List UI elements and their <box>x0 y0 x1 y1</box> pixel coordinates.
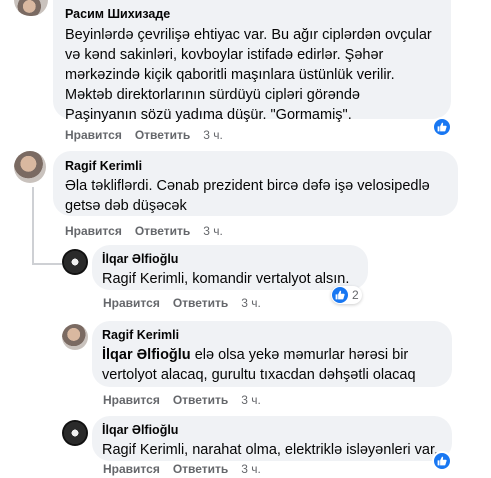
comment-text-line: Beyinlərdə çevrilişə ehtiyac var. Bu ağı… <box>65 27 432 43</box>
comment-actions: Нравится Ответить 3 ч. <box>103 393 274 407</box>
comment-actions: Нравится Ответить 3 ч. <box>65 128 236 142</box>
like-button[interactable]: Нравится <box>103 393 160 407</box>
comment-actions: Нравится Ответить 3 ч. <box>103 462 274 476</box>
comment-author[interactable]: Расим Шихизаде <box>65 6 439 22</box>
like-button[interactable]: Нравится <box>103 296 160 310</box>
thread-line <box>32 263 62 265</box>
timestamp[interactable]: 3 ч. <box>241 462 261 476</box>
comment-text-line: Paşinyanın sözü yadıma düşür. "Gormamiş"… <box>65 107 352 123</box>
mention-link[interactable]: İlqar Əlfioğlu <box>102 347 191 363</box>
comment-author[interactable]: İlqar Əlfioğlu <box>102 422 442 438</box>
reply-bubble: İlqar Əlfioğlu Ragif Kerimli, narahat ol… <box>92 416 452 461</box>
timestamp[interactable]: 3 ч. <box>203 128 223 142</box>
comment-actions: Нравится Ответить 3 ч. <box>103 296 274 310</box>
timestamp[interactable]: 3 ч. <box>241 296 261 310</box>
timestamp[interactable]: 3 ч. <box>241 393 261 407</box>
comment-text-line: Əla təkliflərdi. Cənab prezident bircə d… <box>65 178 430 194</box>
like-button[interactable]: Нравится <box>103 462 160 476</box>
reply-button[interactable]: Ответить <box>135 128 190 142</box>
reaction-count-number: 2 <box>352 288 359 302</box>
like-button[interactable]: Нравится <box>65 224 122 238</box>
comment-author[interactable]: Ragif Kerimli <box>102 327 442 343</box>
avatar[interactable] <box>62 324 88 350</box>
like-reaction-icon[interactable] <box>432 117 452 137</box>
reply-button[interactable]: Ответить <box>173 296 228 310</box>
avatar[interactable] <box>14 151 46 183</box>
reply-bubble: İlqar Əlfioğlu Ragif Kerimli, komandir v… <box>92 245 368 290</box>
comment-text-line: mərkəzində kiçik qaboritli maşınlara üst… <box>65 67 395 83</box>
reply-button[interactable]: Ответить <box>135 224 190 238</box>
comment-text-line: və kənd sakinləri, kovboylar istifadə ed… <box>65 47 384 63</box>
comment-actions: Нравится Ответить 3 ч. <box>65 224 236 238</box>
like-reaction-icon[interactable] <box>432 451 452 471</box>
comment-text: elə olsa yekə məmurlar hərəsi bir <box>190 347 409 363</box>
reply-button[interactable]: Ответить <box>173 393 228 407</box>
comment-bubble: Расим Шихизаде Beyinlərdə çevrilişə ehti… <box>53 0 451 123</box>
avatar[interactable] <box>14 0 48 16</box>
comment-text-line: Ragif Kerimli, narahat olma, elektriklə … <box>102 442 439 458</box>
timestamp[interactable]: 3 ч. <box>203 224 223 238</box>
comment-text-line: Məktəb direktorlarının sürdüyü cipləri g… <box>65 87 360 103</box>
comment-author[interactable]: Ragif Kerimli <box>65 158 446 174</box>
reply-button[interactable]: Ответить <box>173 462 228 476</box>
avatar[interactable] <box>62 420 88 446</box>
comment-text-line: vertolyot alacaq, gurultu tıxacdan dəhşə… <box>102 367 416 383</box>
avatar[interactable] <box>62 249 88 275</box>
comment-bubble: Ragif Kerimli Əla təkliflərdi. Cənab pre… <box>53 151 458 216</box>
comment-text-line: İlqar Əlfioğlu elə olsa yekə məmurlar hə… <box>102 345 442 365</box>
thread-line <box>32 187 34 265</box>
reply-bubble: Ragif Kerimli İlqar Əlfioğlu elə olsa ye… <box>92 321 452 387</box>
reaction-count[interactable]: 2 <box>331 286 362 304</box>
comment-text-line: getsə dəb düşəcək <box>65 198 187 214</box>
like-button[interactable]: Нравится <box>65 128 122 142</box>
comment-text-line: Ragif Kerimli, komandir vertalyot alsın. <box>102 271 350 287</box>
comment-author[interactable]: İlqar Əlfioğlu <box>102 251 358 267</box>
like-reaction-icon <box>332 287 348 303</box>
